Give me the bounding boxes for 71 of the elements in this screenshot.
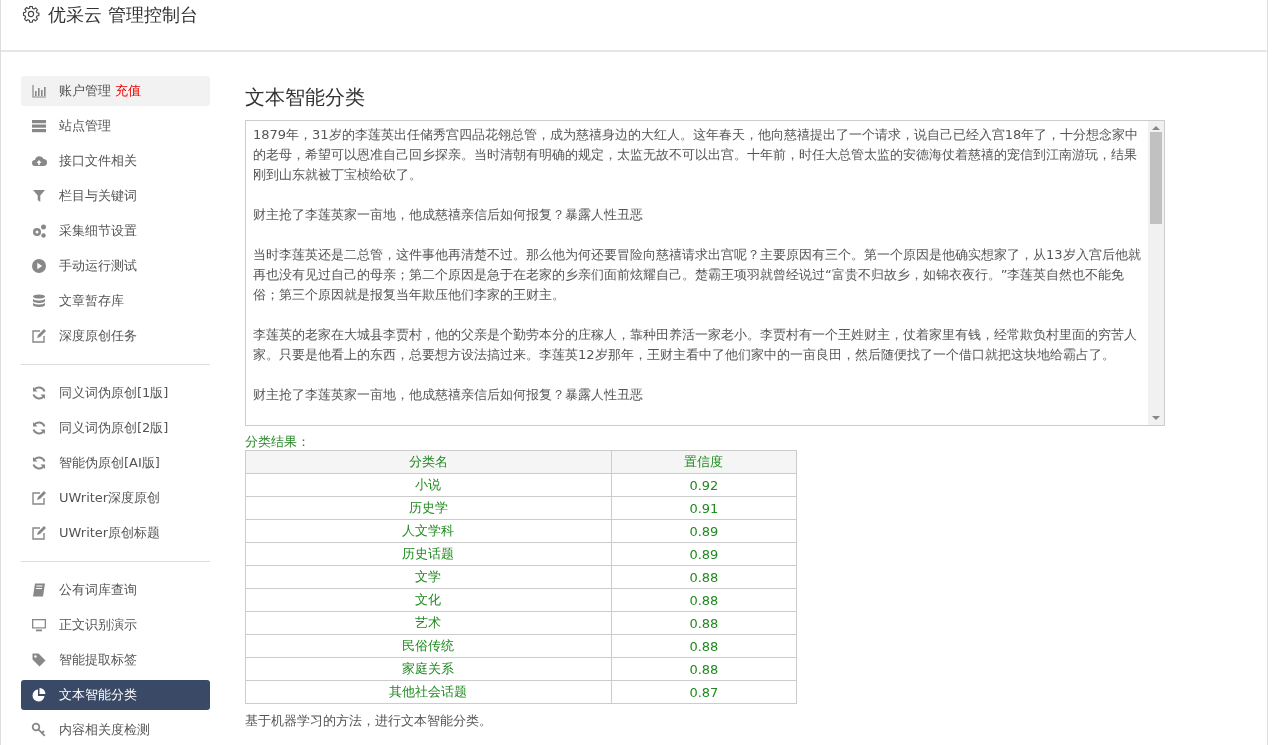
result-label: 分类结果： [245,434,311,450]
table-cell: 家庭关系 [245,657,612,681]
filter-icon [31,188,47,204]
column-header: 分类名 [245,450,612,474]
page-title: 文本智能分类 [245,84,366,110]
table-cell: 文学 [245,565,612,589]
refresh-icon [31,455,47,471]
text-paragraph: 财主抢了李莲英家一亩地，他成慈禧亲信后如何报复？暴露人性丑恶 [253,206,644,224]
edit-icon [31,525,47,541]
sidebar-item[interactable]: 手动运行测试 [21,251,210,281]
table-cell: 历史学 [245,496,612,520]
settings-icon [22,5,40,23]
sidebar-item[interactable]: 文本智能分类 [21,680,210,710]
sidebar-item[interactable]: 采集细节设置 [21,216,210,246]
tag-icon [31,652,47,668]
table-cell: 艺术 [245,611,612,635]
description-text: 基于机器学习的方法，进行文本智能分类。 [245,712,493,730]
sidebar-item[interactable]: 公有词库查询 [21,575,210,605]
table-cell: 其他社会话题 [245,680,612,704]
column-header: 置信度 [611,450,797,474]
edit-icon [31,328,47,344]
table-cell: 0.88 [611,611,797,635]
table-cell: 历史话题 [245,542,612,566]
server-icon [31,118,47,134]
key-icon [31,722,47,738]
sidebar-item[interactable]: 同义词伪原创[1版] [21,378,210,408]
bar-chart-icon [31,83,47,99]
edit-icon [31,490,47,506]
sidebar-item[interactable]: UWriter深度原创 [21,483,210,513]
table-cell: 0.88 [611,657,797,681]
database-icon [31,293,47,309]
scrollbar[interactable] [1148,121,1164,425]
sidebar-item[interactable]: 栏目与关键词 [21,181,210,211]
table-cell: 0.87 [611,680,797,704]
text-input-area[interactable] [245,120,1165,426]
table-cell: 人文学科 [245,519,612,543]
table-cell: 小说 [245,473,612,497]
sidebar-item[interactable]: 智能提取标签 [21,645,210,675]
text-paragraph: 财主抢了李莲英家一亩地，他成慈禧亲信后如何报复？暴露人性丑恶 [253,386,644,404]
cloud-upload-icon [31,153,47,169]
pie-chart-icon [31,687,47,703]
refresh-icon [31,385,47,401]
sidebar-item[interactable]: 深度原创任务 [21,321,210,351]
play-circle-icon [31,258,47,274]
table-cell: 0.88 [611,565,797,589]
sidebar-item[interactable]: 账户管理 充值 [21,76,210,106]
table-cell: 民俗传统 [245,634,612,658]
gears-icon [31,223,47,239]
sidebar-item[interactable]: 站点管理 [21,111,210,141]
table-cell: 0.91 [611,496,797,520]
text-paragraph: 李莲英的老家在大城县李贾村，他的父亲是个勤劳本分的庄稼人，靠种田养活一家老小。李贾村有一个王姓财主，仗着家里有钱，经常欺负村里面的穷苦人家。只要是他看上的东西，总要想方设法搞过来。李莲英12岁那年，王财主看中了他们家中的一亩良田，然后随便找了一个借口就把这块地给霸占了。 [253,326,1138,364]
table-cell: 0.88 [611,588,797,612]
refresh-icon [31,420,47,436]
sidebar-item[interactable]: UWriter原创标题 [21,518,210,548]
sidebar-item[interactable]: 接口文件相关 [21,146,210,176]
app-title: 优采云 管理控制台 [48,4,198,26]
sidebar-item[interactable]: 同义词伪原创[2版] [21,413,210,443]
table-cell: 0.89 [611,519,797,543]
sidebar-item[interactable]: 内容相关度检测 [21,715,210,745]
sidebar-item[interactable]: 智能伪原创[AI版] [21,448,210,478]
sidebar-item[interactable]: 文章暂存库 [21,286,210,316]
sidebar-item[interactable]: 正文识别演示 [21,610,210,640]
table-cell: 0.88 [611,634,797,658]
book-icon [31,582,47,598]
recharge-link[interactable]: 充值 [115,82,141,100]
table-cell: 0.92 [611,473,797,497]
text-paragraph: 当时李莲英还是二总管，这件事他再清楚不过。那么他为何还要冒险向慈禧请求出宫呢？主要原因有三个。第一个原因是他确实想家了，从13岁入宫后他就再也没有见过自己的母亲；第二个原因是急于在老家的乡亲们面前炫耀自己。楚霸王项羽就曾经说过“富贵不归故乡，如锦衣夜行。”李莲英自然也不能免俗；第三个原因就是报复当年欺压他们李家的王财主。 [253,246,1142,304]
monitor-icon [31,617,47,633]
table-cell: 文化 [245,588,612,612]
table-cell: 0.89 [611,542,797,566]
text-paragraph: 1879年，31岁的李莲英出任储秀宫四品花翎总管，成为慈禧身边的大红人。这年春天，他向慈禧提出了一个请求，说自己已经入宫18年了，十分想念家中的老母，希望可以恩准自己回乡探亲。当时清朝有明确的规定，太监无故不可以出宫。十年前，时任大总管太监的安德海仗着慈禧的宠信到江南游玩，结果刚到山东就被丁宝桢给砍了。 [253,126,1140,184]
